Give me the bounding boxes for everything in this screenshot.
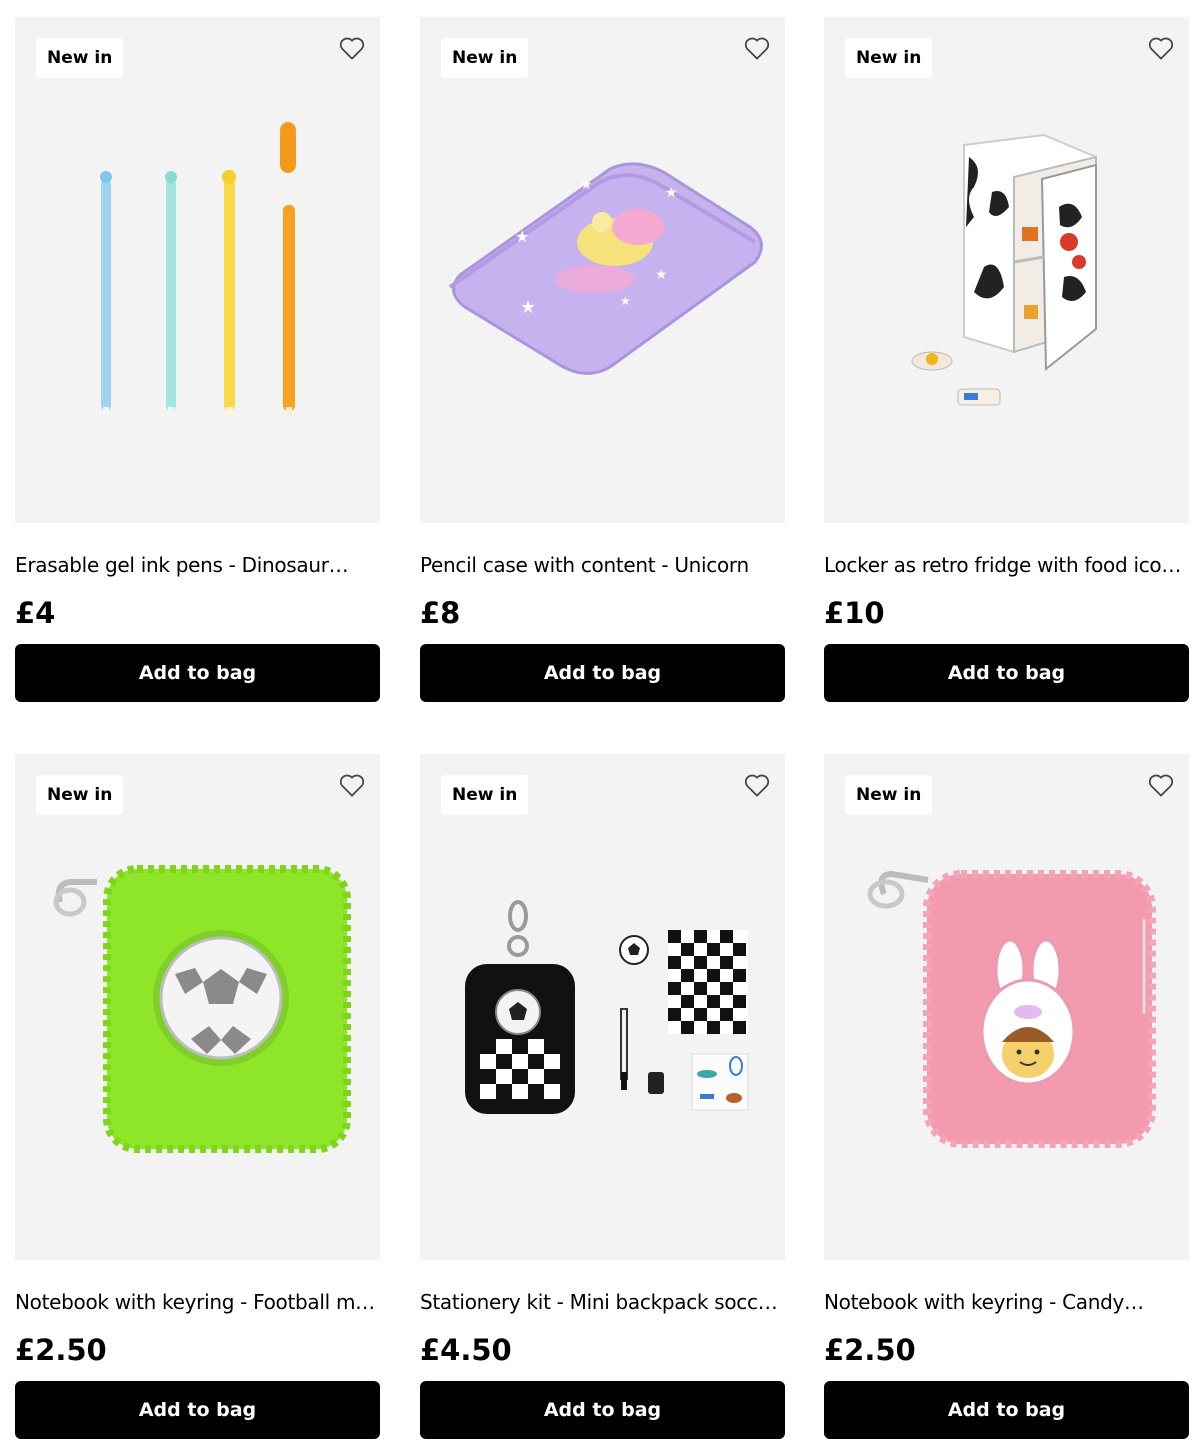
product-title[interactable]: Locker as retro fridge with food icon…	[824, 551, 1189, 579]
stationery-kit-image	[465, 900, 749, 1114]
product-price: £8	[420, 596, 461, 630]
heart-outline-icon[interactable]	[742, 770, 772, 800]
add-to-bag-button[interactable]: Add to bag	[824, 644, 1189, 702]
product-price: £2.50	[15, 1333, 107, 1367]
product-card: New in Locker as retro fridge with food …	[824, 17, 1189, 702]
product-title[interactable]: Notebook with keyring - Football motif	[15, 1288, 380, 1316]
pens-image	[100, 122, 296, 417]
fridge-locker-image	[911, 133, 1097, 406]
pencil-case-image: ★ ★ ★ ★ ★ ★	[448, 162, 763, 375]
product-card: New in Notebook with keyring - Football …	[15, 754, 380, 1439]
product-card: ★ ★ ★ ★ ★ ★ New in Pencil case with cont…	[420, 17, 785, 702]
add-to-bag-button[interactable]: Add to bag	[15, 644, 380, 702]
product-card: New in Erasable gel ink pens - Dinosaur……	[15, 17, 380, 702]
product-title[interactable]: Stationery kit - Mini backpack soccer…	[420, 1288, 785, 1316]
new-in-badge: New in	[36, 775, 124, 815]
add-to-bag-button[interactable]: Add to bag	[824, 1381, 1189, 1439]
product-image[interactable]: New in	[824, 754, 1189, 1260]
heart-outline-icon[interactable]	[337, 770, 367, 800]
svg-text:★: ★	[665, 185, 678, 201]
add-to-bag-button[interactable]: Add to bag	[15, 1381, 380, 1439]
product-image[interactable]: New in	[15, 17, 380, 523]
product-price: £10	[824, 596, 885, 630]
product-card: New in Notebook with keyring - Candy… £2…	[824, 754, 1189, 1439]
heart-outline-icon[interactable]	[742, 33, 772, 63]
new-in-badge: New in	[441, 38, 529, 78]
product-grid: New in Erasable gel ink pens - Dinosaur……	[0, 0, 1200, 1455]
pink-notebook-image	[867, 870, 1156, 1148]
product-price: £4.50	[420, 1333, 512, 1367]
heart-outline-icon[interactable]	[1146, 33, 1176, 63]
new-in-badge: New in	[441, 775, 529, 815]
product-card: New in Stationery kit - Mini backpack so…	[420, 754, 785, 1439]
svg-text:★: ★	[655, 267, 668, 283]
add-to-bag-button[interactable]: Add to bag	[420, 1381, 785, 1439]
add-to-bag-button[interactable]: Add to bag	[420, 644, 785, 702]
heart-outline-icon[interactable]	[337, 33, 367, 63]
heart-outline-icon[interactable]	[1146, 770, 1176, 800]
product-price: £4	[15, 596, 56, 630]
new-in-badge: New in	[845, 38, 933, 78]
product-title[interactable]: Erasable gel ink pens - Dinosaur…	[15, 551, 380, 579]
new-in-badge: New in	[845, 775, 933, 815]
svg-text:★: ★	[620, 294, 631, 308]
product-image[interactable]: New in	[824, 17, 1189, 523]
svg-text:★: ★	[520, 297, 536, 318]
product-image[interactable]: New in	[15, 754, 380, 1260]
product-image[interactable]: New in	[420, 754, 785, 1260]
product-price: £2.50	[824, 1333, 916, 1367]
product-image[interactable]: ★ ★ ★ ★ ★ ★ New in	[420, 17, 785, 523]
svg-text:★: ★	[580, 177, 593, 193]
product-title[interactable]: Pencil case with content - Unicorn	[420, 551, 785, 579]
new-in-badge: New in	[36, 38, 124, 78]
green-notebook-image	[53, 865, 351, 1153]
product-title[interactable]: Notebook with keyring - Candy…	[824, 1288, 1189, 1316]
svg-text:★: ★	[515, 227, 529, 246]
